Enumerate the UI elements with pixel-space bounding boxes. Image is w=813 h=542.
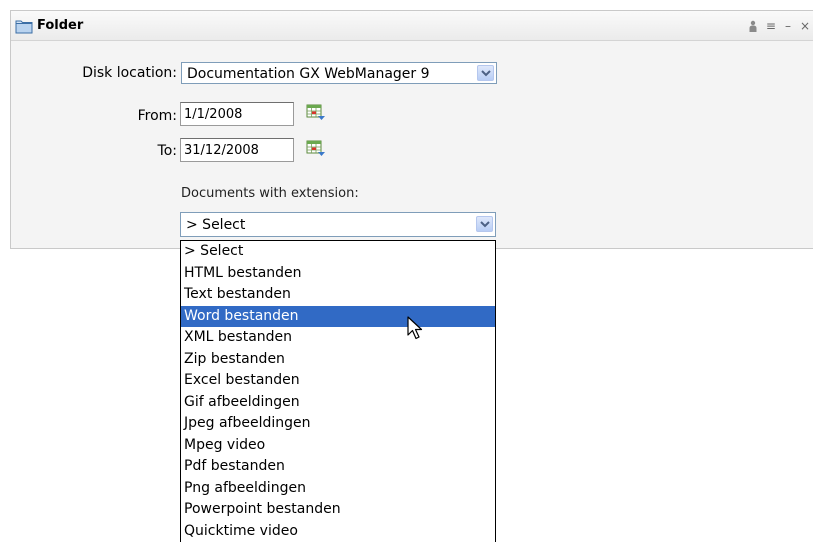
from-label: From: [137,108,177,124]
dropdown-option[interactable]: Gif afbeeldingen [181,392,495,414]
disk-location-value: Documentation GX WebManager 9 [187,66,430,82]
extension-label: Documents with extension: [181,186,359,201]
to-date-input[interactable]: 31/12/2008 [180,138,294,162]
extension-select[interactable]: > Select [180,212,496,237]
dropdown-option[interactable]: Png afbeeldingen [181,478,495,500]
calendar-icon[interactable] [306,140,326,158]
dropdown-option[interactable]: Pdf bestanden [181,456,495,478]
close-icon[interactable]: × [800,19,810,33]
minimize-icon[interactable]: – [785,19,791,33]
mouse-cursor-icon [407,316,423,340]
from-date-value: 1/1/2008 [184,107,243,122]
folder-icon [15,20,33,34]
dropdown-option[interactable]: HTML bestanden [181,263,495,285]
dropdown-option[interactable]: Quicktime video [181,521,495,542]
person-icon[interactable] [749,20,757,32]
dropdown-option[interactable]: Text bestanden [181,284,495,306]
dropdown-option[interactable]: Jpeg afbeeldingen [181,413,495,435]
chevron-down-icon[interactable] [477,65,494,81]
disk-location-label: Disk location: [82,65,177,81]
extension-dropdown-list: > Select HTML bestanden Text bestanden W… [180,240,496,542]
disk-location-select[interactable]: Documentation GX WebManager 9 [181,62,497,84]
dropdown-option-highlighted[interactable]: Word bestanden [181,305,495,327]
menu-icon[interactable]: ≡ [766,19,776,33]
dropdown-option[interactable]: XML bestanden [181,327,495,349]
panel-header: Folder ≡ – × [11,11,813,41]
dropdown-option[interactable]: Powerpoint bestanden [181,499,495,521]
dropdown-option[interactable]: > Select [181,241,495,263]
extension-value: > Select [186,217,246,233]
dropdown-option[interactable]: Excel bestanden [181,370,495,392]
calendar-icon[interactable] [306,104,326,122]
dropdown-option[interactable]: Mpeg video [181,435,495,457]
to-label: To: [157,143,177,159]
panel-title: Folder [37,18,84,33]
to-date-value: 31/12/2008 [184,143,259,158]
from-date-input[interactable]: 1/1/2008 [180,102,294,126]
chevron-down-icon[interactable] [476,216,493,232]
dropdown-option[interactable]: Zip bestanden [181,349,495,371]
